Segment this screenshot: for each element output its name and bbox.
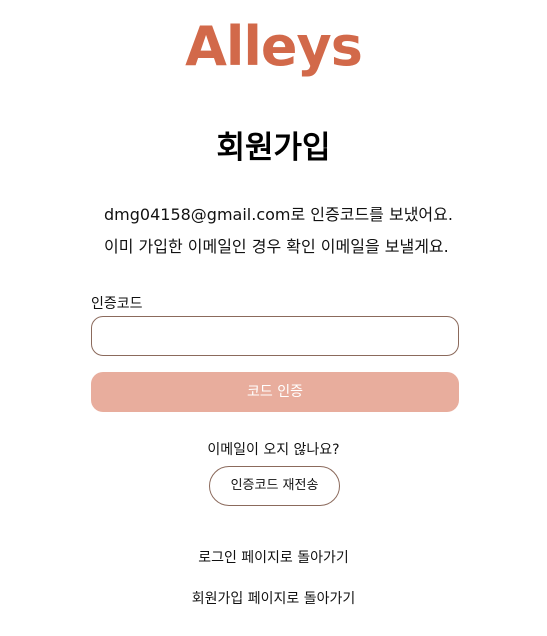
sent-code-message: dmg04158@gmail.com로 인증코드를 보냈어요. [104, 205, 453, 224]
back-to-login-link[interactable]: 로그인 페이지로 돌아가기 [0, 549, 547, 567]
verify-code-button[interactable]: 코드 인증 [91, 372, 459, 412]
no-email-prompt: 이메일이 오지 않나요? [207, 442, 340, 458]
alleys-logo: Alleys [185, 15, 363, 78]
page-title: 회원가입 [216, 130, 331, 166]
resend-code-button[interactable]: 인증코드 재전송 [209, 466, 340, 506]
verification-code-label: 인증코드 [91, 296, 143, 312]
verification-code-input[interactable] [91, 316, 459, 356]
existing-email-notice: 이미 가입한 이메일인 경우 확인 이메일을 보낼게요. [104, 237, 449, 256]
back-to-signup-link[interactable]: 회원가입 페이지로 돌아가기 [0, 590, 547, 608]
